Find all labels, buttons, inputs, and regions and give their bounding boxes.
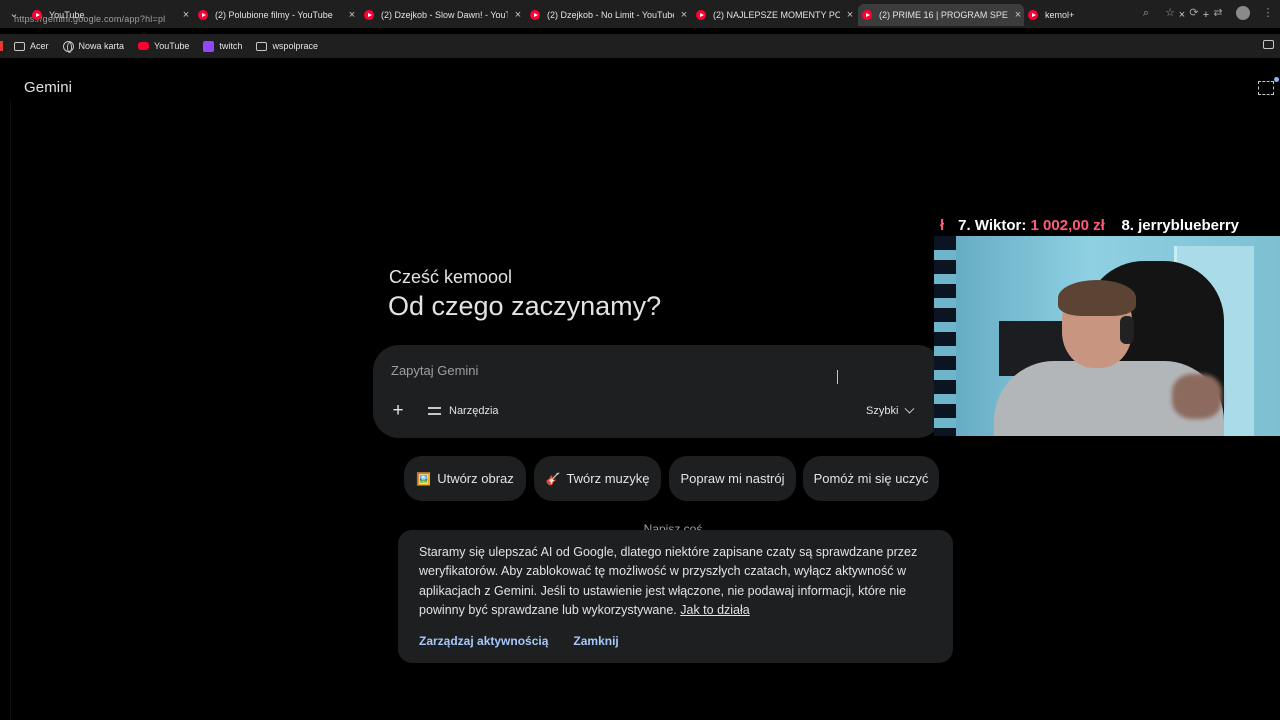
bookmark-label: Acer (30, 41, 49, 51)
privacy-notice: Staramy się ulepszać AI od Google, dlate… (398, 530, 953, 663)
prompt-box: + Narzędzia Szybki (373, 345, 943, 438)
tab-najlepsze-momenty[interactable]: (2) NAJLEPSZE MOMENTY POLSKI × (696, 4, 856, 26)
tab-title: (2) NAJLEPSZE MOMENTY POLSKI (713, 10, 840, 20)
tab-close-icon[interactable]: × (1012, 9, 1024, 21)
tab-close-icon[interactable]: × (180, 9, 192, 21)
folder-icon (256, 41, 268, 51)
chevron-down-icon (904, 403, 915, 414)
tab-close-icon[interactable]: × (678, 9, 690, 21)
bookmark-indicator (0, 41, 3, 51)
tune-icon (428, 405, 442, 417)
kick-favicon-icon (1028, 10, 1038, 20)
webcam-headset (1120, 316, 1134, 344)
model-selector[interactable]: Szybki (866, 401, 915, 421)
image-icon: 🖼️ (416, 471, 432, 486)
tab-title: (2) Dzejkob - Slow Dawn! - YouTube (381, 10, 508, 20)
webcam-person-hand (1172, 374, 1222, 419)
bookmark-youtube[interactable]: YouTube (138, 41, 189, 51)
webcam-person-hair (1058, 280, 1136, 316)
notice-body: Staramy się ulepszać AI od Google, dlate… (419, 545, 918, 617)
youtube-favicon-icon (32, 10, 42, 20)
globe-icon (62, 40, 74, 53)
model-label: Szybki (866, 405, 899, 417)
toolbar-icons: ⌕ ☆ ⟳ ⇄ ⋮ (1140, 6, 1274, 20)
extensions-icon[interactable]: ⟳ (1188, 7, 1200, 19)
app-title[interactable]: Gemini (24, 79, 72, 96)
zoom-icon[interactable]: ⌕ (1140, 7, 1152, 19)
tab-title: (2) Polubione filmy - YouTube (215, 10, 333, 20)
bookmark-label: twitch (219, 41, 243, 51)
chip-improve-mood[interactable]: Popraw mi nastrój (669, 456, 796, 501)
tab-prime-16[interactable]: (2) PRIME 16 | PROGRAM SPECJA × (858, 4, 1024, 26)
chip-label: Popraw mi nastrój (680, 471, 785, 486)
left-rail-divider (10, 100, 11, 720)
prompt-input[interactable] (391, 363, 811, 378)
bookmarks-bar: Acer Nowa karta YouTube twitch wspolprac… (0, 34, 1280, 58)
tab-slow-dawn[interactable]: (2) Dzejkob - Slow Dawn! - YouTube × (364, 4, 524, 26)
notice-actions: Zarządzaj aktywnością Zamknij (419, 634, 619, 648)
menu-icon[interactable]: ⋮ (1262, 7, 1274, 19)
all-bookmarks-folder-icon[interactable] (1263, 40, 1274, 49)
tools-button[interactable]: Narzędzia (428, 401, 499, 421)
add-attachment-button[interactable]: + (388, 401, 408, 421)
youtube-icon (138, 42, 150, 50)
bookmark-acer[interactable]: Acer (14, 41, 49, 51)
tab-title: (2) Dzejkob - No Limit - YouTube (547, 10, 674, 20)
star-icon[interactable]: ☆ (1164, 7, 1176, 19)
tools-label: Narzędzia (449, 405, 499, 417)
canvas-select-icon[interactable] (1258, 81, 1274, 95)
ticker-fragment: ł (940, 217, 945, 234)
bookmark-wspolprace[interactable]: wspolprace (256, 41, 318, 51)
youtube-favicon-icon (862, 10, 872, 20)
guitar-icon: 🎸 (545, 471, 561, 486)
webcam-overlay (934, 236, 1280, 436)
folder-icon (14, 41, 25, 51)
share-icon[interactable]: ⇄ (1212, 7, 1224, 19)
headline: Od czego zaczynamy? (388, 291, 662, 321)
youtube-favicon-icon (696, 10, 706, 20)
chip-help-learn[interactable]: Pomóż mi się uczyć (803, 456, 939, 501)
tab-close-icon[interactable]: × (844, 9, 856, 21)
browser-tab-bar: ⌄ https://gemini.google.com/app?hl=pl Yo… (0, 0, 1280, 28)
text-cursor-icon (837, 370, 842, 384)
youtube-favicon-icon (198, 10, 208, 20)
donor-8-label: 8. jerryblueberry (1121, 217, 1240, 234)
twitch-icon (203, 40, 215, 52)
bookmark-label: YouTube (154, 41, 190, 51)
bookmark-twitch[interactable]: twitch (203, 40, 243, 52)
tab-close-icon[interactable]: × (512, 9, 524, 21)
bookmark-label: wspolprace (272, 41, 318, 51)
greeting: Cześć kemoool (389, 267, 513, 287)
notification-dot (1274, 77, 1279, 82)
bookmark-label: Nowa karta (78, 41, 125, 51)
manage-activity-button[interactable]: Zarządzaj aktywnością (419, 634, 548, 648)
learn-more-link[interactable]: Jak to działa (680, 603, 749, 617)
tab-polubione[interactable]: (2) Polubione filmy - YouTube × (198, 4, 358, 26)
tab-close-icon[interactable]: × (346, 9, 358, 21)
bookmark-nowa-karta[interactable]: Nowa karta (62, 40, 125, 53)
close-notice-button[interactable]: Zamknij (573, 634, 618, 648)
notice-text: Staramy się ulepszać AI od Google, dlate… (419, 543, 941, 620)
tab-title: YouTube (49, 10, 85, 20)
tab-youtube[interactable]: YouTube × (32, 4, 192, 26)
webcam-curtain (934, 236, 956, 436)
tab-title: (2) PRIME 16 | PROGRAM SPECJA (879, 10, 1008, 20)
donor-7-label: 7. Wiktor: (958, 217, 1027, 234)
chip-label: Utwórz obraz (437, 471, 514, 486)
chip-label: Twórz muzykę (566, 471, 650, 486)
youtube-favicon-icon (530, 10, 540, 20)
chip-create-image[interactable]: 🖼️ Utwórz obraz (404, 456, 526, 501)
chip-create-music[interactable]: 🎸 Twórz muzykę (534, 456, 661, 501)
youtube-favicon-icon (364, 10, 374, 20)
donor-7-amount: 1 002,00 zł (1030, 217, 1105, 234)
tab-no-limit[interactable]: (2) Dzejkob - No Limit - YouTube × (530, 4, 690, 26)
chip-label: Pomóż mi się uczyć (813, 471, 929, 486)
profile-avatar[interactable] (1236, 6, 1250, 20)
